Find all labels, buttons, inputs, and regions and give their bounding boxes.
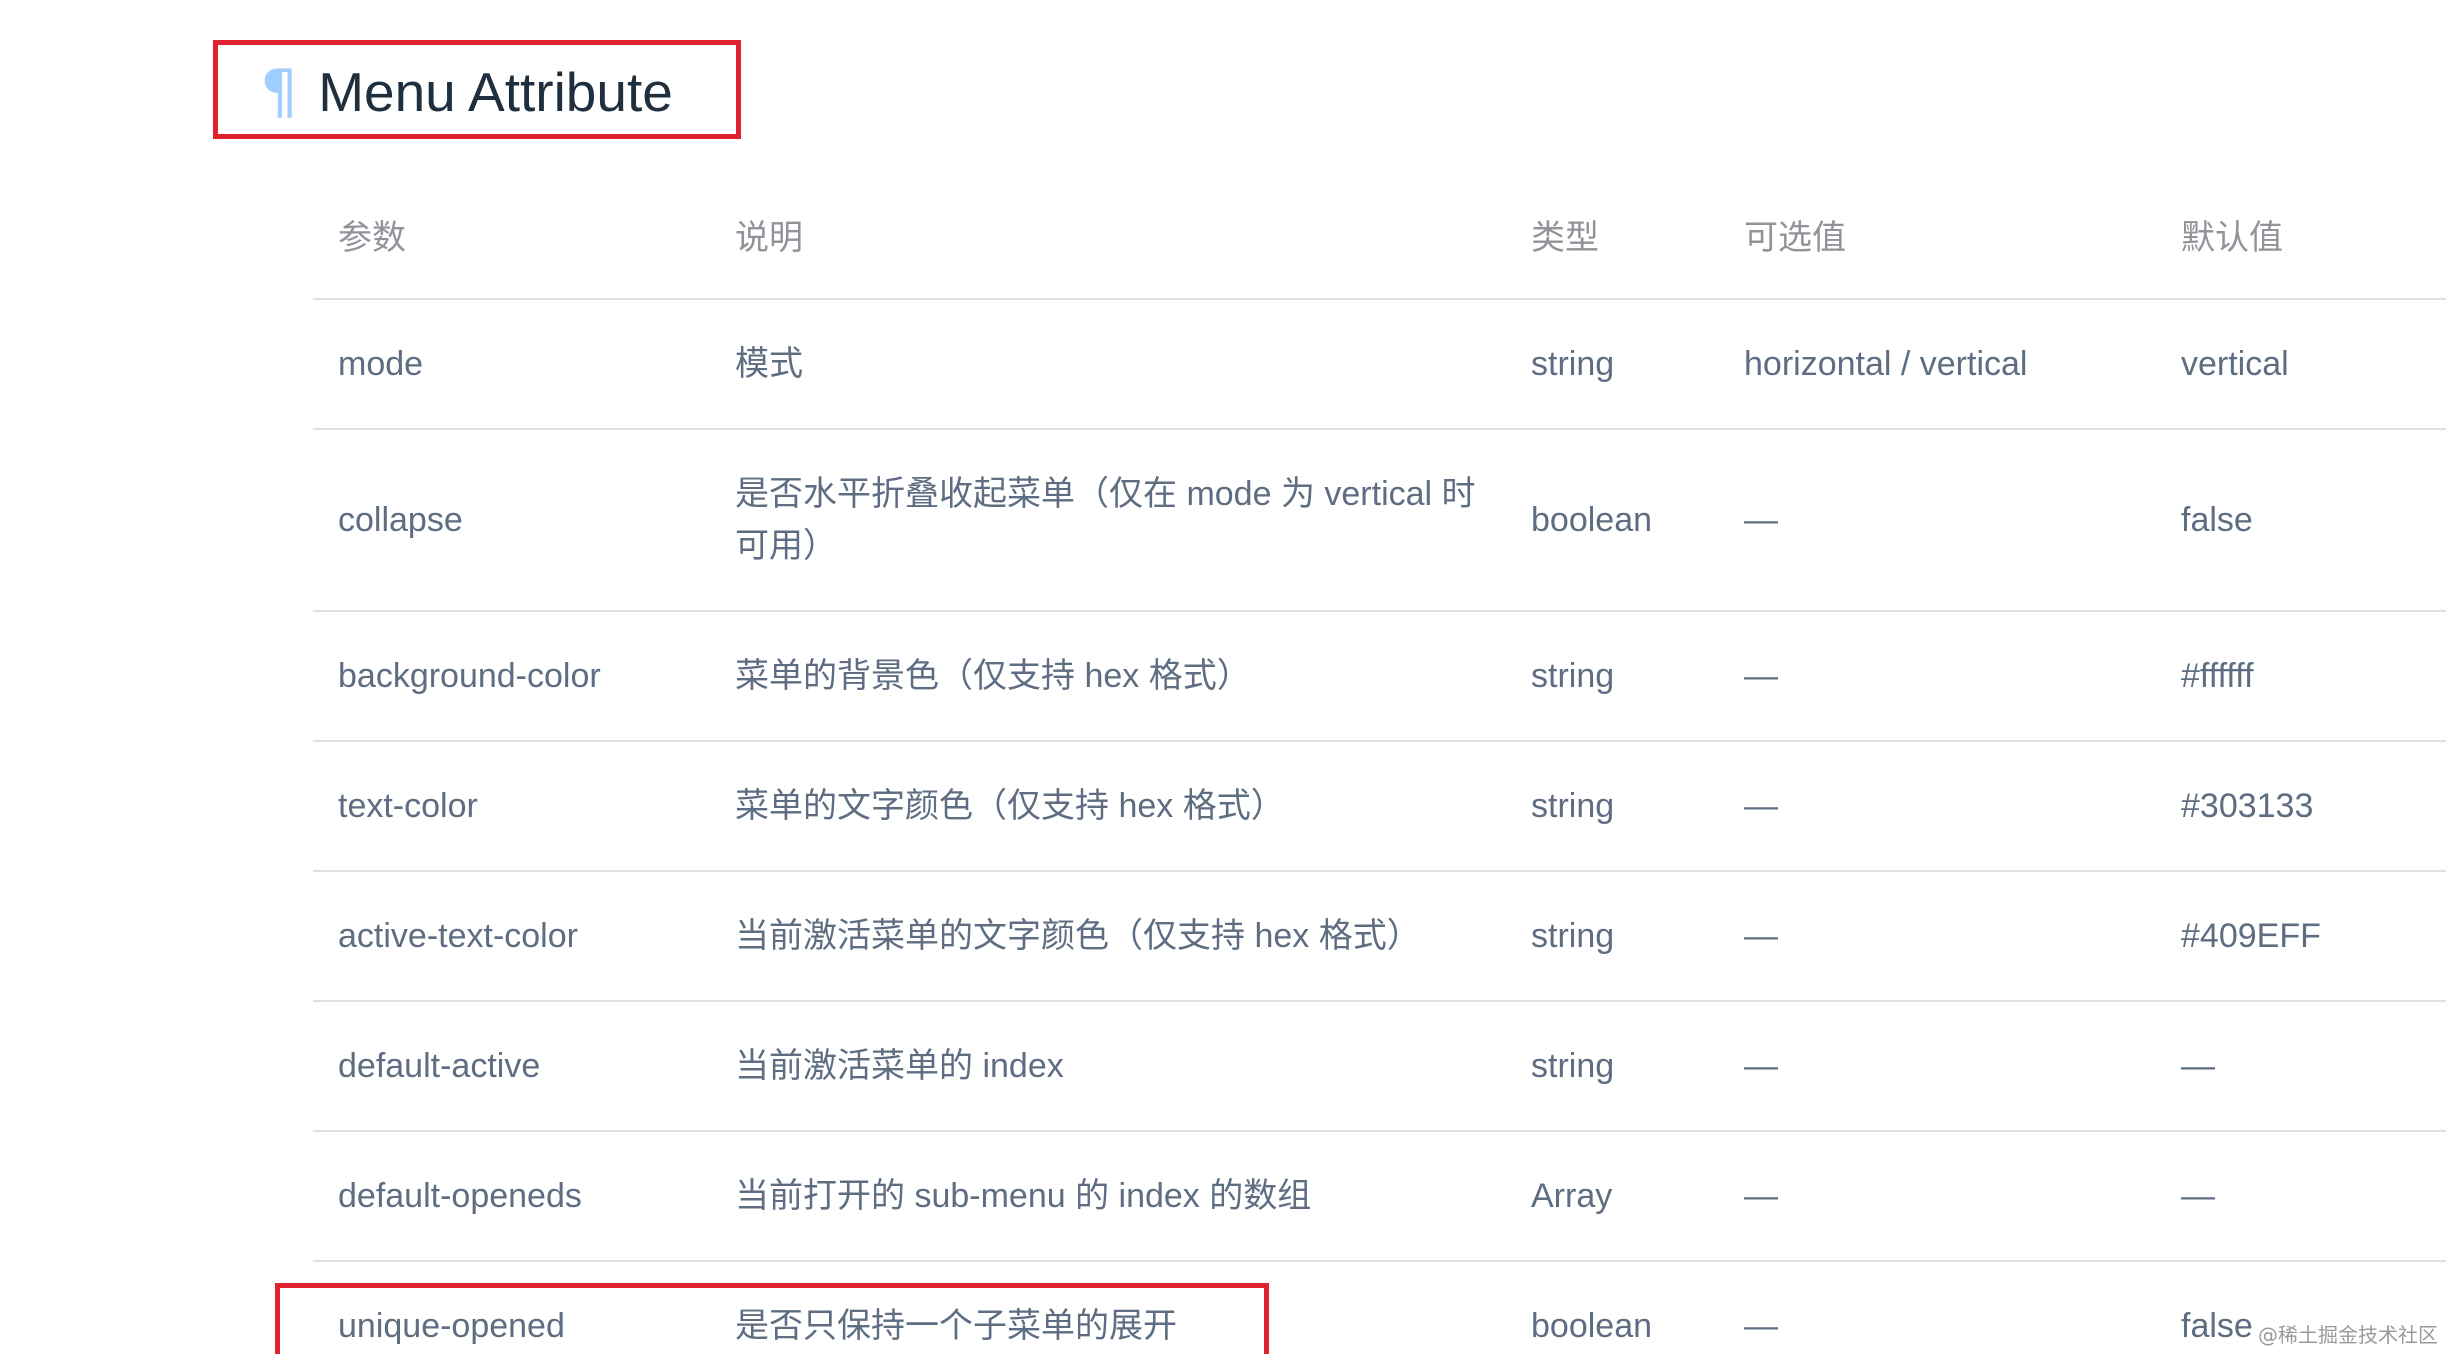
cell-options: — bbox=[1719, 611, 2156, 742]
table-row: unique-opened 是否只保持一个子菜单的展开 boolean — fa… bbox=[313, 1261, 2446, 1354]
heading-anchor-link[interactable]: ¶ bbox=[260, 57, 298, 127]
menu-attribute-table: 参数 说明 类型 可选值 默认值 mode 模式 string horizont… bbox=[313, 170, 2446, 1354]
cell-desc: 是否水平折叠收起菜单（仅在 mode 为 vertical 时可用） bbox=[710, 429, 1506, 612]
watermark: @稀土掘金技术社区 bbox=[2258, 1323, 2438, 1347]
section-heading: ¶ Menu Attribute bbox=[260, 52, 673, 132]
cell-param: default-openeds bbox=[313, 1131, 710, 1262]
cell-desc: 模式 bbox=[710, 299, 1506, 430]
cell-param: mode bbox=[313, 299, 710, 430]
cell-type: Array bbox=[1506, 1131, 1719, 1262]
cell-type: boolean bbox=[1506, 1261, 1719, 1354]
cell-type: string bbox=[1506, 741, 1719, 872]
cell-default: — bbox=[2156, 1001, 2446, 1132]
docs-page: ¶ Menu Attribute 参数 说明 类型 可选值 默认值 mode 模… bbox=[0, 0, 2446, 1354]
table-header-row: 参数 说明 类型 可选值 默认值 bbox=[313, 170, 2446, 300]
cell-param: text-color bbox=[313, 741, 710, 872]
table-row: background-color 菜单的背景色（仅支持 hex 格式） stri… bbox=[313, 611, 2446, 742]
cell-default: #409EFF bbox=[2156, 871, 2446, 1002]
cell-param: active-text-color bbox=[313, 871, 710, 1002]
table-row: mode 模式 string horizontal / vertical ver… bbox=[313, 299, 2446, 430]
table-row: default-openeds 当前打开的 sub-menu 的 index 的… bbox=[313, 1131, 2446, 1262]
cell-desc: 菜单的文字颜色（仅支持 hex 格式） bbox=[710, 741, 1506, 872]
cell-param: unique-opened bbox=[313, 1261, 710, 1354]
section-title: Menu Attribute bbox=[318, 61, 673, 123]
cell-options: — bbox=[1719, 1001, 2156, 1132]
cell-desc: 是否只保持一个子菜单的展开 bbox=[710, 1261, 1506, 1354]
cell-desc: 菜单的背景色（仅支持 hex 格式） bbox=[710, 611, 1506, 742]
header-desc: 说明 bbox=[710, 170, 1506, 300]
header-type: 类型 bbox=[1506, 170, 1719, 300]
cell-options: — bbox=[1719, 1261, 2156, 1354]
header-options: 可选值 bbox=[1719, 170, 2156, 300]
cell-type: string bbox=[1506, 299, 1719, 430]
cell-desc: 当前打开的 sub-menu 的 index 的数组 bbox=[710, 1131, 1506, 1262]
cell-param: background-color bbox=[313, 611, 710, 742]
header-param: 参数 bbox=[313, 170, 710, 300]
cell-default: — bbox=[2156, 1131, 2446, 1262]
cell-options: — bbox=[1719, 741, 2156, 872]
table-row: text-color 菜单的文字颜色（仅支持 hex 格式） string — … bbox=[313, 741, 2446, 872]
cell-default: false bbox=[2156, 429, 2446, 612]
cell-param: default-active bbox=[313, 1001, 710, 1132]
table-row: collapse 是否水平折叠收起菜单（仅在 mode 为 vertical 时… bbox=[313, 429, 2446, 612]
cell-options: — bbox=[1719, 1131, 2156, 1262]
cell-type: string bbox=[1506, 611, 1719, 742]
header-default: 默认值 bbox=[2156, 170, 2446, 300]
cell-options: — bbox=[1719, 429, 2156, 612]
cell-options: horizontal / vertical bbox=[1719, 299, 2156, 430]
cell-default: #303133 bbox=[2156, 741, 2446, 872]
cell-type: string bbox=[1506, 1001, 1719, 1132]
table-row: active-text-color 当前激活菜单的文字颜色（仅支持 hex 格式… bbox=[313, 871, 2446, 1002]
cell-options: — bbox=[1719, 871, 2156, 1002]
cell-param: collapse bbox=[313, 429, 710, 612]
cell-type: boolean bbox=[1506, 429, 1719, 612]
cell-desc: 当前激活菜单的 index bbox=[710, 1001, 1506, 1132]
table-row: default-active 当前激活菜单的 index string — — bbox=[313, 1001, 2446, 1132]
cell-type: string bbox=[1506, 871, 1719, 1002]
cell-default: vertical bbox=[2156, 299, 2446, 430]
cell-default: #ffffff bbox=[2156, 611, 2446, 742]
cell-desc: 当前激活菜单的文字颜色（仅支持 hex 格式） bbox=[710, 871, 1506, 1002]
